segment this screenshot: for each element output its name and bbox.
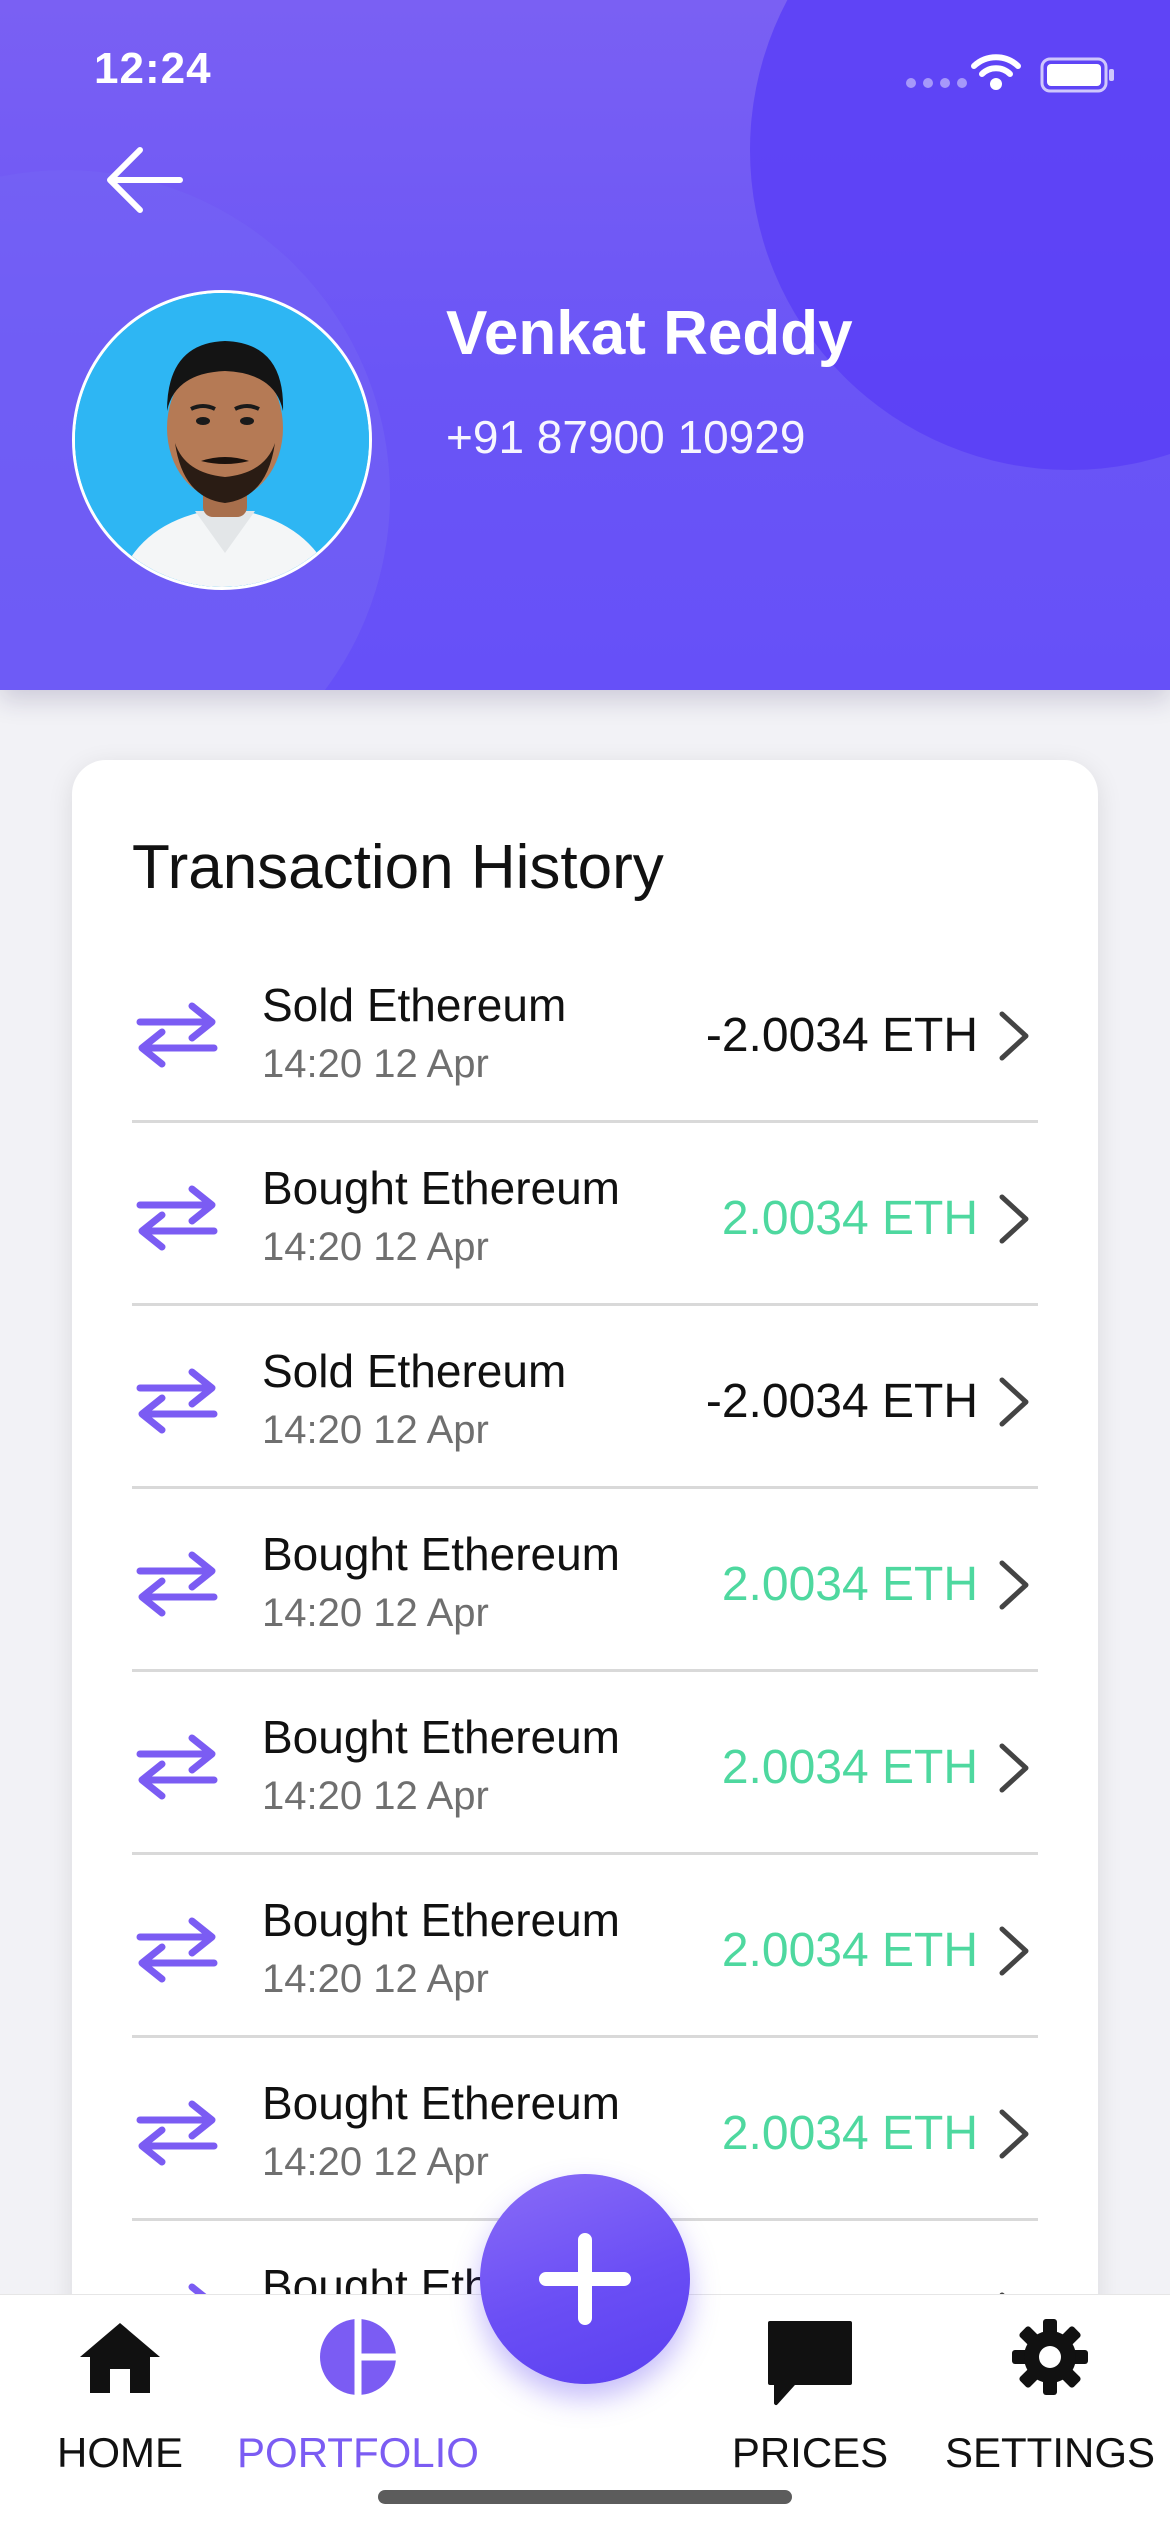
transaction-date: 14:20 12 Apr — [262, 1408, 489, 1452]
transaction-title: Bought Ethereum — [262, 1162, 621, 1214]
chevron-right-icon[interactable] — [996, 1740, 1032, 1796]
chevron-right-icon[interactable] — [996, 1008, 1032, 1064]
transaction-title: Bought Ethereum — [262, 1894, 621, 1946]
chevron-right-icon[interactable] — [996, 1374, 1032, 1430]
transaction-row[interactable]: Bought Ethereum 14:20 12 Apr 2.0034 ETH — [132, 1123, 1038, 1306]
transaction-date: 14:20 12 Apr — [262, 1042, 489, 1086]
transaction-title: Sold Ethereum — [262, 1345, 567, 1397]
transaction-amount: 2.0034 ETH — [721, 1924, 978, 1977]
home-icon — [80, 2323, 160, 2393]
transfer-arrows-icon — [136, 1734, 218, 1800]
nav-settings-label: SETTINGS — [944, 2429, 1156, 2476]
transaction-row[interactable]: Bought Ethereum 14:20 12 Apr 2.0034 ETH — [132, 1855, 1038, 2038]
transfer-arrows-icon — [136, 2100, 218, 2166]
nav-portfolio[interactable]: PORTFOLIO — [232, 2295, 484, 2495]
wifi-icon — [971, 54, 1021, 90]
battery-icon — [1040, 57, 1114, 93]
nav-portfolio-label: PORTFOLIO — [237, 2429, 479, 2476]
transaction-title: Bought Ethereum — [262, 1711, 621, 1763]
chevron-right-icon[interactable] — [996, 1191, 1032, 1247]
screen: 12:24 Venkat Reddy +91 87900 10929 Trans… — [0, 0, 1170, 2532]
plus-icon — [539, 2233, 631, 2325]
transaction-title: Sold Ethereum — [262, 979, 567, 1031]
transaction-title: Bought Ethereum — [262, 2077, 621, 2129]
transaction-row[interactable]: Bought Ethereum 14:20 12 Apr 2.0034 ETH — [132, 1672, 1038, 1855]
transaction-amount: 2.0034 ETH — [721, 1192, 978, 1245]
gear-icon — [1012, 2319, 1088, 2395]
chevron-right-icon[interactable] — [996, 1923, 1032, 1979]
transfer-arrows-icon — [136, 1368, 218, 1434]
transaction-date: 14:20 12 Apr — [262, 2140, 489, 2184]
avatar — [72, 290, 372, 590]
transaction-date: 14:20 12 Apr — [262, 1591, 489, 1635]
profile-header: 12:24 Venkat Reddy +91 87900 10929 — [0, 0, 1170, 690]
transaction-row[interactable]: Sold Ethereum 14:20 12 Apr -2.0034 ETH — [132, 1306, 1038, 1489]
transaction-amount: 2.0034 ETH — [721, 1558, 978, 1611]
card-title: Transaction History — [132, 833, 664, 902]
transaction-row[interactable]: Sold Ethereum 14:20 12 Apr -2.0034 ETH — [132, 940, 1038, 1123]
nav-settings[interactable]: SETTINGS — [940, 2295, 1160, 2495]
nav-prices-label: PRICES — [731, 2429, 889, 2476]
transaction-amount: 2.0034 ETH — [721, 1741, 978, 1794]
chevron-right-icon[interactable] — [996, 1557, 1032, 1613]
profile-photo — [75, 293, 369, 587]
user-name: Venkat Reddy — [446, 299, 853, 368]
nav-home[interactable]: HOME — [38, 2295, 202, 2495]
chat-bubble-icon — [768, 2321, 852, 2405]
transaction-amount: -2.0034 ETH — [705, 1009, 978, 1062]
transaction-amount: -2.0034 ETH — [705, 1375, 978, 1428]
transaction-date: 14:20 12 Apr — [262, 1225, 489, 1269]
transaction-amount: 2.0034 ETH — [721, 2107, 978, 2160]
cellular-signal-icon — [906, 78, 967, 88]
user-phone: +91 87900 10929 — [446, 411, 806, 463]
home-indicator[interactable] — [378, 2490, 792, 2504]
back-arrow-icon[interactable] — [100, 140, 190, 220]
add-button[interactable] — [480, 2174, 690, 2384]
transfer-arrows-icon — [136, 1917, 218, 1983]
transfer-arrows-icon — [136, 1002, 218, 1068]
transaction-title: Bought Ethereum — [262, 1528, 621, 1580]
transfer-arrows-icon — [136, 1551, 218, 1617]
transaction-row[interactable]: Bought Ethereum 14:20 12 Apr 2.0034 ETH — [132, 1489, 1038, 1672]
chevron-right-icon[interactable] — [996, 2106, 1032, 2162]
status-time: 12:24 — [94, 44, 212, 93]
transfer-arrows-icon — [136, 1185, 218, 1251]
nav-prices[interactable]: PRICES — [720, 2295, 900, 2495]
transaction-date: 14:20 12 Apr — [262, 1774, 489, 1818]
pie-chart-icon — [320, 2319, 396, 2395]
nav-home-label: HOME — [57, 2429, 183, 2476]
transaction-date: 14:20 12 Apr — [262, 1957, 489, 2001]
